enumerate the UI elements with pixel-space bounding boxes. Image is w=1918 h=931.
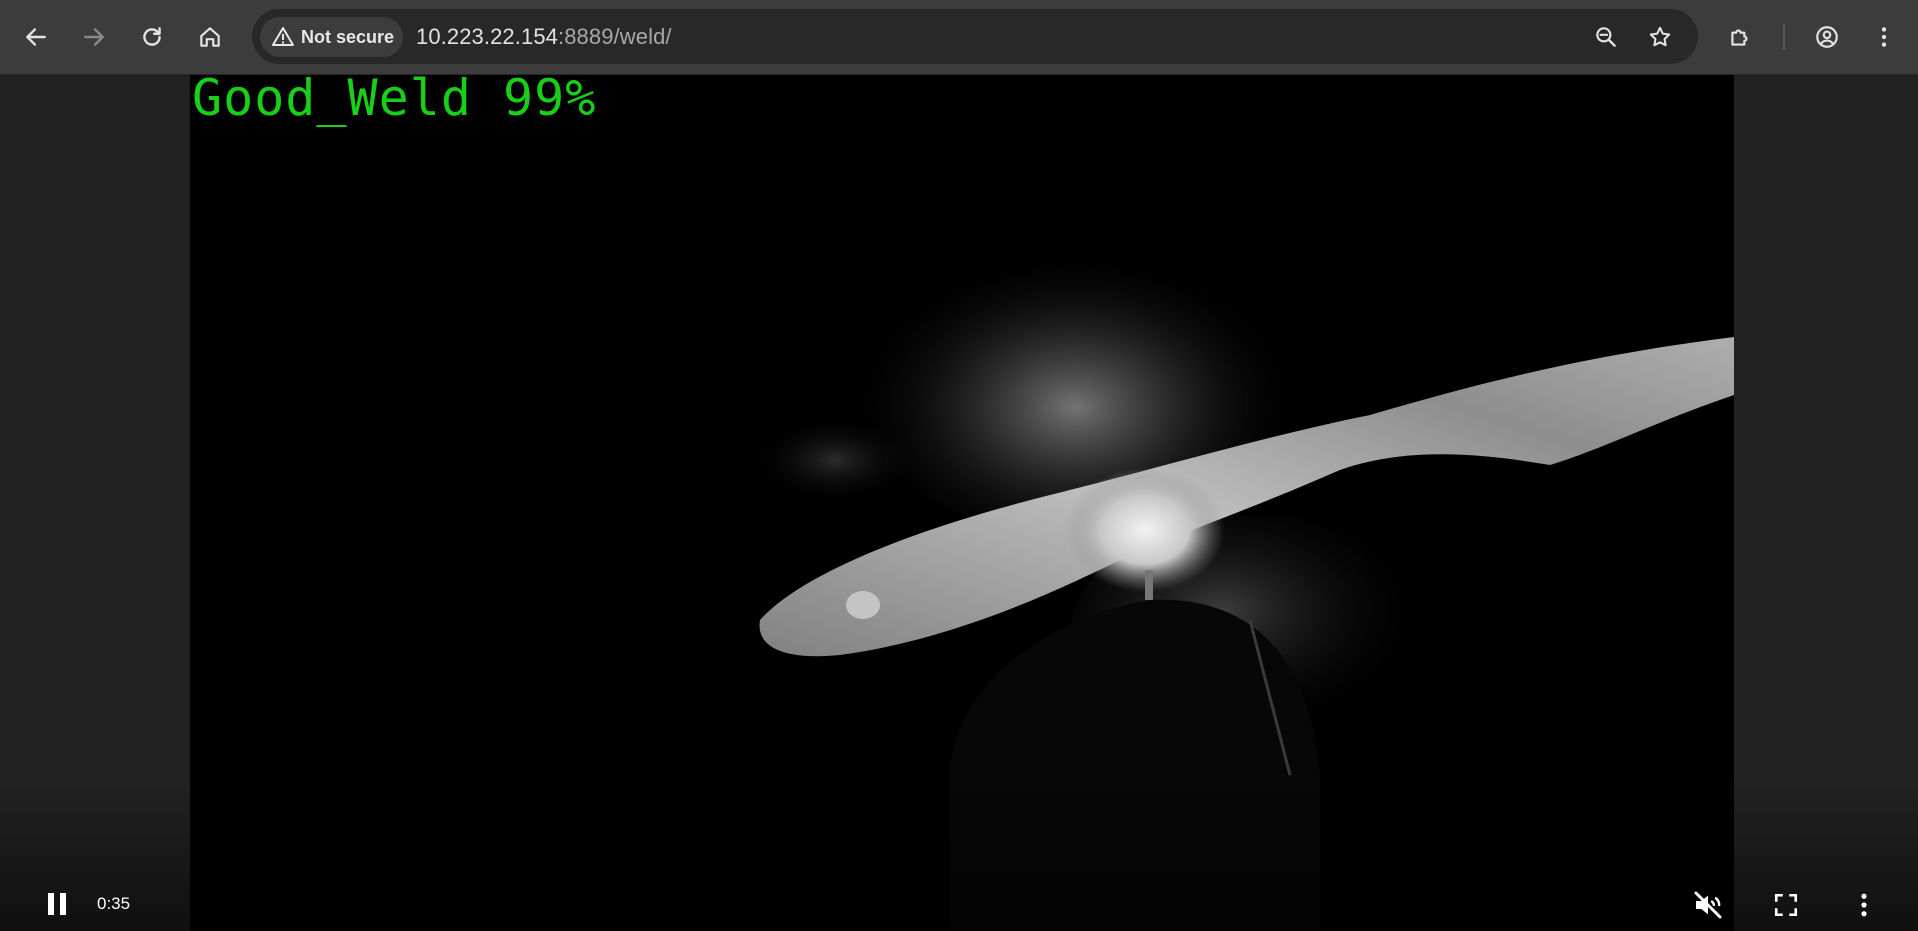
bookmark-button[interactable] (1638, 15, 1682, 59)
home-button[interactable] (188, 15, 232, 59)
reload-button[interactable] (130, 15, 174, 59)
reload-icon (143, 27, 161, 46)
profile-button[interactable] (1805, 15, 1849, 59)
extensions-button[interactable] (1718, 15, 1762, 59)
arrow-left-icon (26, 28, 46, 46)
forward-button[interactable] (72, 15, 116, 59)
zoom-button[interactable] (1584, 15, 1628, 59)
star-icon (1649, 26, 1671, 47)
url-text[interactable]: 10.223.22.154:8889/weld/ (416, 24, 672, 50)
page-content: Good_Weld 99% 0:35 (0, 75, 1918, 931)
browser-toolbar: Not secure 10.223.22.154:8889/weld/ (0, 0, 1918, 75)
fullscreen-icon (1774, 893, 1798, 917)
kebab-menu-icon (1861, 893, 1867, 917)
security-label: Not secure (301, 26, 395, 47)
mute-button[interactable] (1690, 887, 1726, 923)
arrow-right-icon (84, 28, 104, 46)
pause-icon (48, 893, 66, 915)
pause-button[interactable] (42, 889, 72, 919)
controls-overlay (0, 775, 1918, 931)
url-path: :8889/weld/ (558, 24, 672, 49)
address-bar[interactable]: Not secure 10.223.22.154:8889/weld/ (252, 9, 1698, 64)
security-chip[interactable]: Not secure (260, 17, 403, 57)
zoom-out-icon (1596, 27, 1616, 47)
profile-icon (1816, 26, 1838, 48)
video-options-button[interactable] (1846, 887, 1882, 923)
url-host: 10.223.22.154 (416, 24, 558, 49)
puzzle-icon (1731, 29, 1748, 46)
home-icon (200, 27, 220, 47)
fullscreen-button[interactable] (1768, 887, 1804, 923)
volume-muted-icon (1694, 891, 1722, 919)
back-button[interactable] (14, 15, 58, 59)
warning-icon (272, 27, 294, 46)
toolbar-divider (1783, 24, 1785, 50)
current-time: 0:35 (97, 894, 131, 913)
browser-menu-button[interactable] (1862, 15, 1906, 59)
kebab-menu-icon (1881, 27, 1887, 47)
weld-classification-label: Good_Weld 99% (192, 75, 597, 127)
